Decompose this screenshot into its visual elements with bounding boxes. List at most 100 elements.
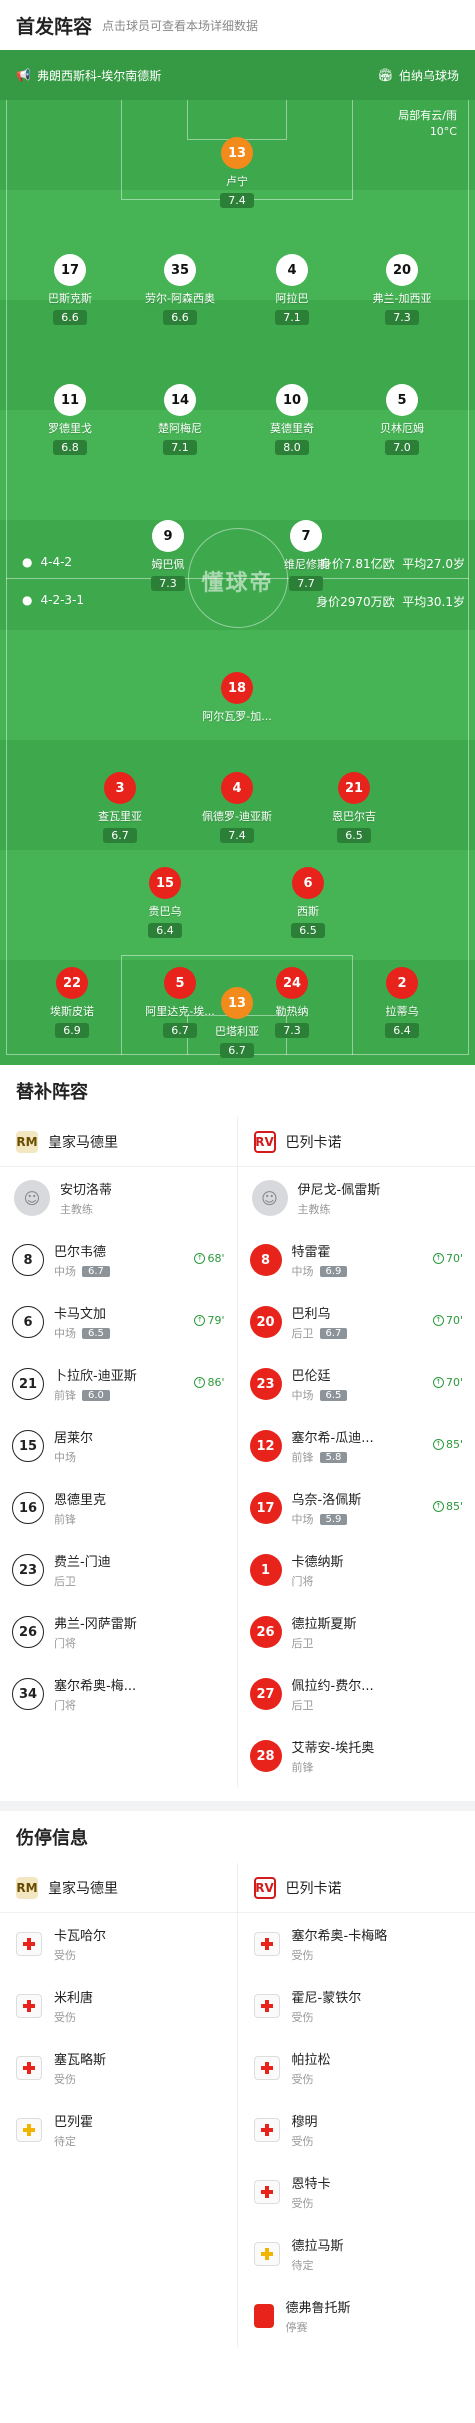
injury-status: 受伤 [291,1949,314,1962]
sub-player-row[interactable]: 23 巴伦廷 中场 6.5 ↑ 70' [238,1353,475,1415]
sub-rating: 6.7 [319,1327,348,1339]
sub-player-name: 巴尔韦德 [54,1245,107,1260]
sub-in-indicator: ↑ 85' [432,1438,463,1451]
sub-player-name: 乌奈-洛佩斯 [291,1493,362,1508]
player-name: 埃斯皮诺 [50,1005,94,1018]
sub-player-row[interactable]: 6 卡马文加 中场 6.5 ↑ 79' [0,1291,237,1353]
sub-player-row[interactable]: 23 费兰-门迪 后卫 [0,1539,237,1601]
player-marker[interactable]: 13 卢宁 7.4 [182,137,292,208]
sub-player-row[interactable]: 12 塞尔希-瓜迪... 前锋 5.8 ↑ 85' [238,1415,475,1477]
sub-player-row[interactable]: 8 巴尔韦德 中场 6.7 ↑ 68' [0,1229,237,1291]
jersey-number: 22 [56,967,88,999]
player-name: 巴斯克斯 [48,292,92,305]
injury-row[interactable]: 巴列霍 待定 [0,2099,237,2161]
injury-status: 待定 [54,2135,76,2148]
sub-player-row[interactable]: 28 艾蒂安-埃托奥 前锋 [238,1725,475,1787]
away-team-row[interactable]: RV 巴列卡诺 [237,1863,475,1913]
player-name: 恩巴尔吉 [332,810,376,823]
player-marker[interactable]: 22 埃斯皮诺 6.9 [17,967,127,1038]
sub-position: 门将 [291,1575,314,1588]
sub-player-row[interactable]: 34 塞尔希奥-梅... 门将 [0,1663,237,1725]
jersey-number: 10 [276,384,308,416]
sub-player-row[interactable]: 21 卜拉欣-迪亚斯 前锋 6.0 ↑ 86' [0,1353,237,1415]
injured-player-name: 卡瓦哈尔 [54,1929,107,1944]
player-name: 巴塔利亚 [215,1025,259,1038]
injury-row[interactable]: 霍尼-蒙铁尔 受伤 [238,1975,475,2037]
sub-in-indicator: ↑ 70' [432,1314,463,1327]
injury-row[interactable]: 德弗鲁托斯 停赛 [238,2285,475,2347]
sub-in-minute: 85' [445,1500,463,1513]
sub-position: 后卫 [291,1327,314,1340]
player-marker[interactable]: 2 拉蒂乌 6.4 [347,967,457,1038]
player-marker[interactable]: 11 罗德里戈 6.8 [15,384,125,455]
injury-status: 受伤 [54,1949,76,1962]
lineup-header: 首发阵容 点击球员可查看本场详细数据 [0,0,475,50]
sub-player-row[interactable]: 15 居莱尔 中场 [0,1415,237,1477]
player-marker[interactable]: 21 恩巴尔吉 6.5 [299,772,409,843]
sub-player-row[interactable]: 26 德拉斯夏斯 后卫 [238,1601,475,1663]
player-marker[interactable]: 6 西斯 6.5 [253,867,363,938]
sub-player-row[interactable]: 1 卡德纳斯 门将 [238,1539,475,1601]
sub-player-name: 恩德里克 [54,1493,107,1508]
sub-player-row[interactable]: 17 乌奈-洛佩斯 中场 5.9 ↑ 85' [238,1477,475,1539]
injury-row[interactable]: 帕拉松 受伤 [238,2037,475,2099]
player-marker[interactable]: 35 劳尔-阿森西奥 6.6 [125,254,235,325]
sub-player-row[interactable]: 27 佩拉约-费尔... 后卫 [238,1663,475,1725]
player-marker[interactable]: 17 巴斯克斯 6.6 [15,254,125,325]
medical-cross-icon [253,2180,280,2204]
whistle-icon: 📢 [16,68,31,82]
player-marker[interactable]: 3 查瓦里亚 6.7 [65,772,175,843]
injured-player-name: 德拉马斯 [291,2239,344,2254]
injured-player-name: 塞瓦略斯 [54,2053,107,2068]
sub-position-line: 门将 [292,1573,344,1589]
sub-player-name: 卡德纳斯 [291,1555,344,1570]
player-marker[interactable]: 13 巴塔利亚 6.7 [182,987,292,1058]
sub-position: 中场 [54,1265,76,1278]
sub-player-row[interactable]: 20 巴利乌 后卫 6.7 ↑ 70' [238,1291,475,1353]
player-name: 卢宁 [226,175,248,188]
jersey-number: 11 [54,384,86,416]
home-team-row[interactable]: RM 皇家马德里 [0,1863,237,1913]
player-marker[interactable]: 4 佩德罗-迪亚斯 7.4 [182,772,292,843]
jersey-number: 17 [54,254,86,286]
player-name: 阿尔瓦罗-加... [202,710,272,723]
injury-row[interactable]: 恩特卡 受伤 [238,2161,475,2223]
player-marker[interactable]: 15 贵巴乌 6.4 [110,867,220,938]
injury-row[interactable]: 塞瓦略斯 受伤 [0,2037,237,2099]
away-coach[interactable]: ☺ 伊尼戈-佩雷斯 主教练 [238,1167,475,1229]
home-coach[interactable]: ☺ 安切洛蒂 主教练 [0,1167,237,1229]
sub-player-row[interactable]: 26 弗兰-冈萨雷斯 门将 [0,1601,237,1663]
home-team-row[interactable]: RM 皇家马德里 [0,1117,237,1167]
player-marker[interactable]: 4 阿拉巴 7.1 [237,254,347,325]
player-rating: 6.8 [53,440,87,455]
home-injury-column: RM 皇家马德里 卡瓦哈尔 受伤 米利唐 受伤 塞瓦略斯 受伤 巴列霍 待定 [0,1863,238,2347]
sub-player-row[interactable]: 16 恩德里克 前锋 [0,1477,237,1539]
sub-position-line: 后卫 6.7 [292,1325,348,1341]
doubtful-medical-icon [253,2242,280,2266]
injury-row[interactable]: 塞尔希奥-卡梅略 受伤 [238,1913,475,1975]
sub-player-name: 费兰-门迪 [54,1555,111,1570]
sub-player-row[interactable]: 8 特雷霍 中场 6.9 ↑ 70' [238,1229,475,1291]
sub-position: 中场 [54,1451,76,1464]
coach-avatar: ☺ [14,1180,50,1216]
sub-player-name: 弗兰-冈萨雷斯 [54,1617,137,1632]
injury-row[interactable]: 米利唐 受伤 [0,1975,237,2037]
player-marker[interactable]: 5 贝林厄姆 7.0 [347,384,457,455]
player-marker[interactable]: 10 莫德里奇 8.0 [237,384,347,455]
away-injury-column: RV 巴列卡诺 塞尔希奥-卡梅略 受伤 霍尼-蒙铁尔 受伤 帕拉松 受伤 穆明 受伤 恩特卡 受伤… [237,1863,475,2347]
player-marker[interactable]: 7 维尼修斯 7.7 [251,520,361,591]
doubtful-medical-icon [16,2118,42,2142]
sub-position: 后卫 [291,1699,314,1712]
medical-cross-icon [253,1994,280,2018]
injury-row[interactable]: 德拉马斯 待定 [238,2223,475,2285]
injury-row[interactable]: 卡瓦哈尔 受伤 [0,1913,237,1975]
injury-row[interactable]: 穆明 受伤 [238,2099,475,2161]
player-marker[interactable]: 9 姆巴佩 7.3 [113,520,223,591]
sub-in-indicator: ↑ 70' [432,1252,463,1265]
player-marker[interactable]: 20 弗兰-加西亚 7.3 [347,254,457,325]
away-team-row[interactable]: RV 巴列卡诺 [237,1117,475,1167]
sub-rating: 6.5 [82,1327,110,1339]
player-marker[interactable]: 18 阿尔瓦罗-加... [182,672,292,724]
player-marker[interactable]: 14 楚阿梅尼 7.1 [125,384,235,455]
sub-position: 门将 [54,1699,76,1712]
